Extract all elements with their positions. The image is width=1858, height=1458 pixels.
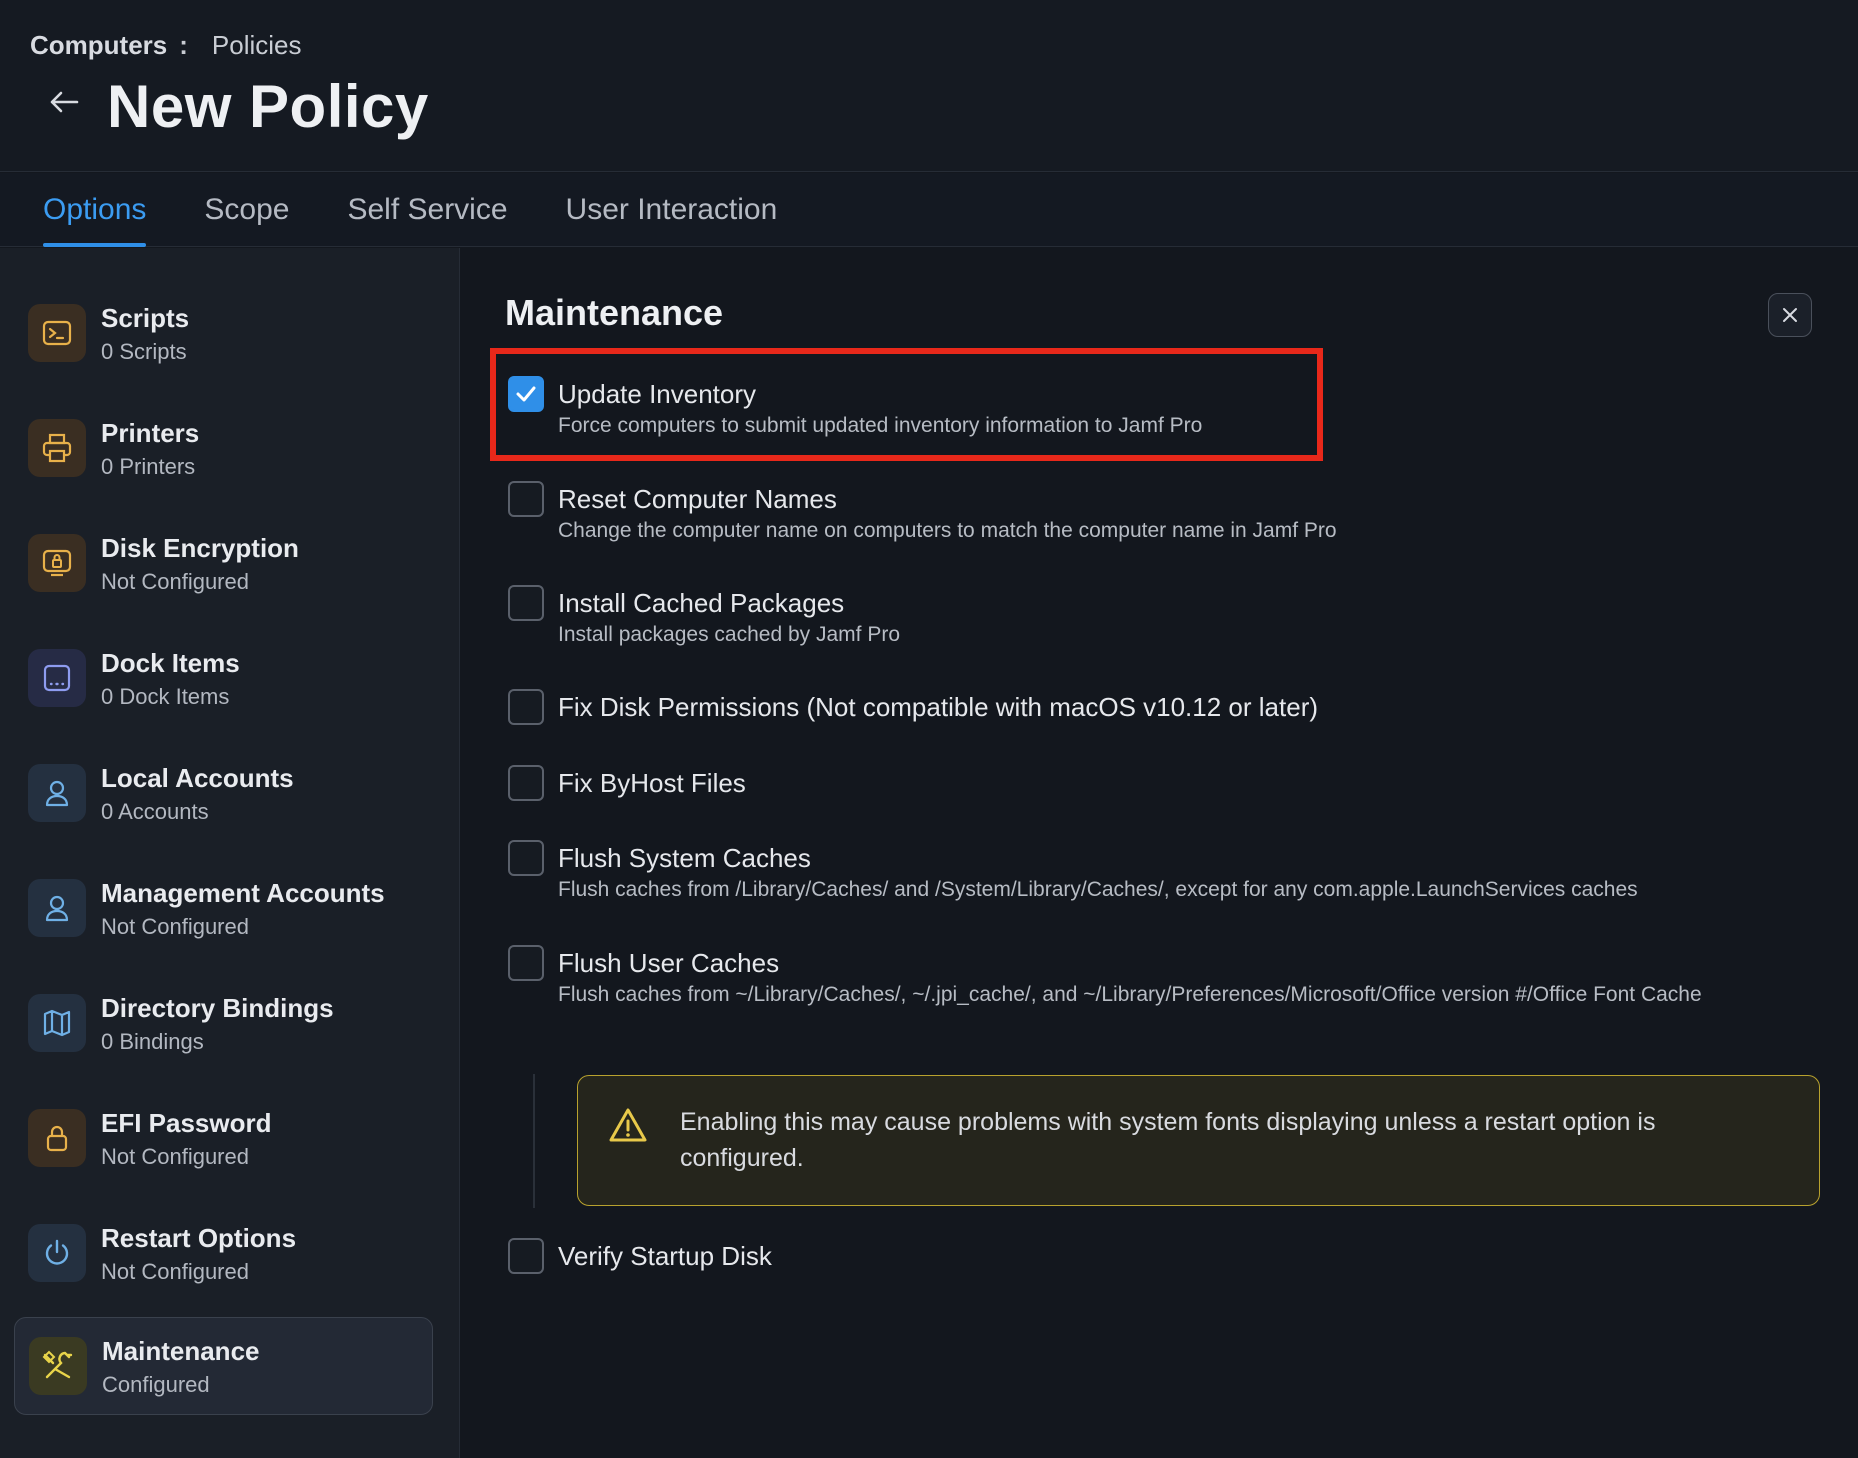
warning-text: Enabling this may cause problems with sy…	[680, 1108, 1656, 1172]
user-icon	[28, 879, 86, 937]
fix-byhost-files-checkbox[interactable]	[508, 765, 544, 801]
tab-bar: Options Scope Self Service User Interact…	[0, 173, 1858, 247]
sidebar-item-title: Disk Encryption	[101, 533, 299, 563]
sidebar-item-disk-encryption[interactable]: Disk Encryption Not Configured	[14, 515, 433, 613]
lock-icon	[28, 1109, 86, 1167]
sidebar-item-title: Local Accounts	[101, 763, 294, 793]
dock-icon	[28, 649, 86, 707]
option-description: Change the computer name on computers to…	[558, 519, 1337, 542]
sidebar-item-title: Printers	[101, 418, 200, 448]
back-button[interactable]	[44, 82, 84, 122]
warning-icon	[609, 1108, 647, 1142]
option-label: Flush User Caches	[558, 948, 780, 978]
arrow-left-icon	[50, 91, 79, 113]
option-description: Install packages cached by Jamf Pro	[558, 623, 901, 646]
fix-disk-permissions-checkbox[interactable]	[508, 689, 544, 725]
sidebar-item-subtitle: 0 Accounts	[101, 799, 209, 824]
sidebar-item-title: Dock Items	[101, 648, 240, 678]
tab-scope[interactable]: Scope	[204, 173, 289, 247]
breadcrumb: Computers : Policies	[30, 30, 302, 61]
reset-computer-names-checkbox[interactable]	[508, 481, 544, 517]
map-icon	[28, 994, 86, 1052]
sidebar-item-subtitle: 0 Bindings	[101, 1029, 204, 1054]
sidebar-item-dock-items[interactable]: Dock Items 0 Dock Items	[14, 630, 433, 728]
page-title: New Policy	[107, 73, 429, 140]
breadcrumb-policies[interactable]: Policies	[212, 30, 302, 61]
option-label: Fix ByHost Files	[558, 768, 746, 798]
power-icon	[28, 1224, 86, 1282]
breadcrumb-computers[interactable]: Computers	[30, 30, 167, 61]
sidebar: Scripts 0 Scripts Printers 0 Printers Di…	[0, 248, 460, 1458]
verify-startup-disk-checkbox[interactable]	[508, 1238, 544, 1274]
warning-connector	[533, 1074, 535, 1208]
option-label: Reset Computer Names	[558, 484, 837, 514]
option-label: Fix Disk Permissions (Not compatible wit…	[558, 692, 1319, 722]
user-icon	[28, 764, 86, 822]
sidebar-item-management-accounts[interactable]: Management Accounts Not Configured	[14, 860, 433, 958]
sidebar-item-subtitle: Configured	[102, 1372, 210, 1397]
sidebar-item-title: Restart Options	[101, 1223, 297, 1253]
sidebar-item-subtitle: 0 Dock Items	[101, 684, 230, 709]
sidebar-item-title: Management Accounts	[101, 878, 385, 908]
sidebar-item-restart-options[interactable]: Restart Options Not Configured	[14, 1205, 433, 1303]
tools-icon	[29, 1337, 87, 1395]
sidebar-item-subtitle: Not Configured	[101, 914, 249, 939]
checkmark-icon	[516, 386, 536, 402]
sidebar-item-subtitle: Not Configured	[101, 569, 249, 594]
sidebar-item-maintenance[interactable]: Maintenance Configured	[14, 1317, 433, 1415]
option-description: Force computers to submit updated invent…	[558, 414, 1203, 437]
install-cached-packages-checkbox[interactable]	[508, 585, 544, 621]
flush-system-caches-checkbox[interactable]	[508, 840, 544, 876]
close-icon	[1783, 308, 1797, 322]
sidebar-item-local-accounts[interactable]: Local Accounts 0 Accounts	[14, 745, 433, 843]
page-header: Computers : Policies New Policy	[0, 0, 1858, 172]
sidebar-item-subtitle: 0 Scripts	[101, 339, 187, 364]
sidebar-item-title: Scripts	[101, 303, 190, 333]
tab-self-service[interactable]: Self Service	[347, 173, 507, 247]
sidebar-item-subtitle: Not Configured	[101, 1259, 249, 1284]
terminal-icon	[28, 304, 86, 362]
sidebar-item-subtitle: 0 Printers	[101, 454, 196, 479]
sidebar-item-printers[interactable]: Printers 0 Printers	[14, 400, 433, 498]
sidebar-item-efi-password[interactable]: EFI Password Not Configured	[14, 1090, 433, 1188]
sidebar-item-title: EFI Password	[101, 1108, 272, 1138]
sidebar-item-directory-bindings[interactable]: Directory Bindings 0 Bindings	[14, 975, 433, 1073]
warning-callout: Enabling this may cause problems with sy…	[577, 1075, 1820, 1206]
tab-user-interaction[interactable]: User Interaction	[566, 173, 778, 247]
option-label: Install Cached Packages	[558, 588, 845, 618]
flush-user-caches-checkbox[interactable]	[508, 945, 544, 981]
update-inventory-checkbox[interactable]	[508, 376, 544, 412]
breadcrumb-separator: :	[179, 30, 188, 60]
close-button[interactable]	[1768, 293, 1812, 337]
sidebar-item-subtitle: Not Configured	[101, 1144, 249, 1169]
disk-lock-icon	[28, 534, 86, 592]
printer-icon	[28, 419, 86, 477]
sidebar-item-title: Directory Bindings	[101, 993, 334, 1023]
section-title: Maintenance	[505, 292, 724, 333]
sidebar-item-scripts[interactable]: Scripts 0 Scripts	[14, 285, 433, 383]
tab-options[interactable]: Options	[43, 173, 147, 247]
option-description: Flush caches from ~/Library/Caches/, ~/.…	[558, 983, 1702, 1006]
sidebar-item-title: Maintenance	[102, 1336, 260, 1366]
option-label: Update Inventory	[558, 379, 757, 409]
option-description: Flush caches from /Library/Caches/ and /…	[558, 878, 1638, 901]
option-label: Verify Startup Disk	[558, 1241, 772, 1271]
option-label: Flush System Caches	[558, 843, 811, 873]
